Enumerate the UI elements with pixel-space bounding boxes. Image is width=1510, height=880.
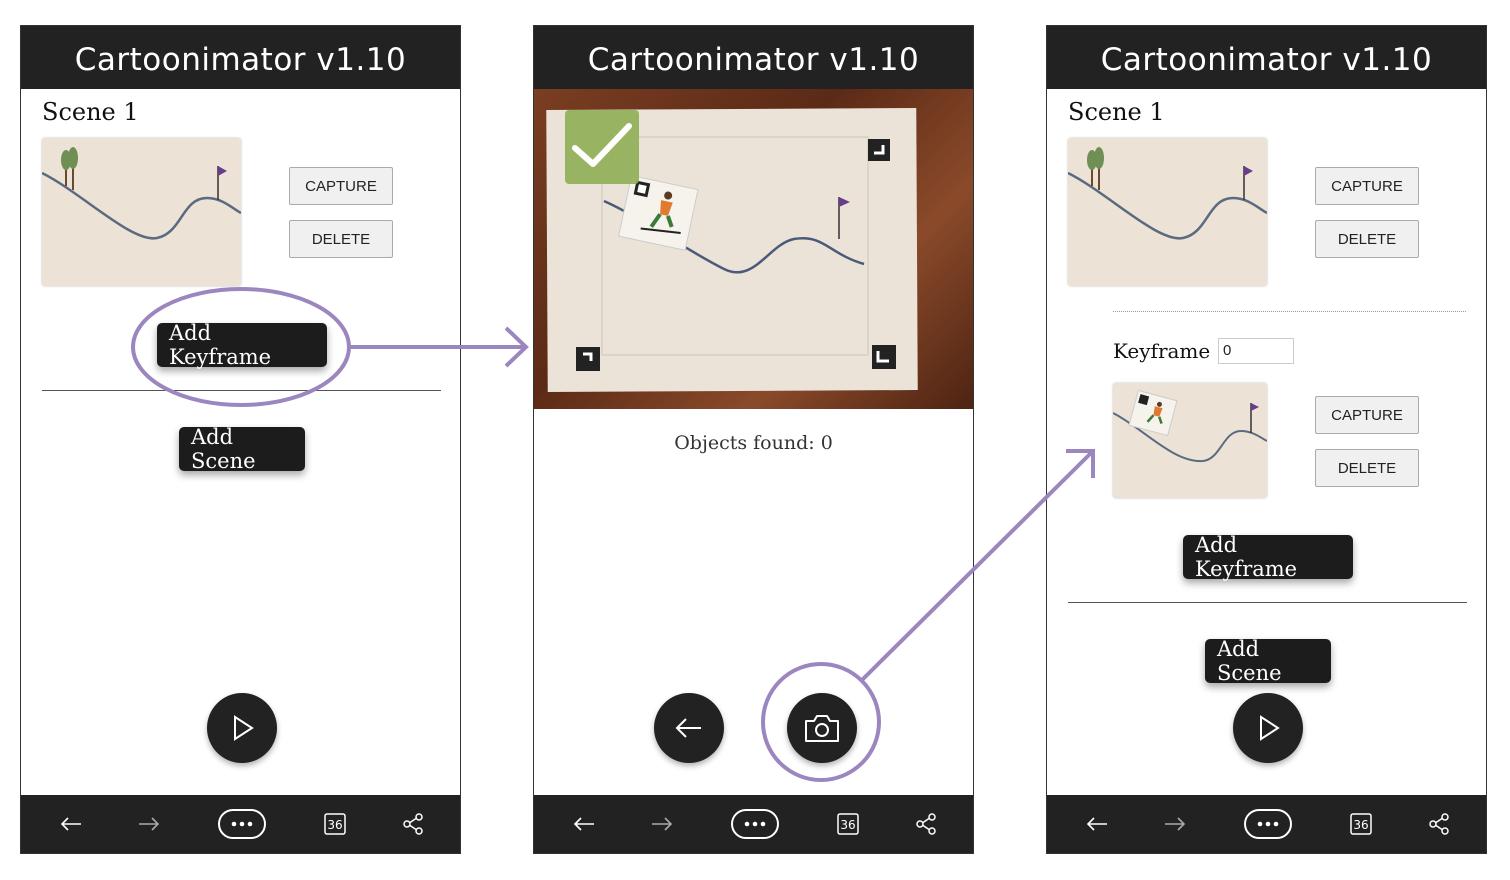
play-icon	[1260, 715, 1280, 741]
tabs-icon[interactable]: 36	[1341, 795, 1381, 853]
browser-bottom-bar: 36	[1047, 795, 1486, 853]
keyframe-thumbnail[interactable]	[1113, 383, 1267, 498]
scene-thumbnail[interactable]	[42, 138, 241, 286]
play-icon	[234, 715, 254, 741]
forward-arrow-icon[interactable]	[1155, 795, 1195, 853]
tabs-icon[interactable]: 36	[315, 795, 355, 853]
play-button[interactable]	[1233, 693, 1303, 763]
add-scene-button[interactable]: Add Scene	[179, 425, 305, 473]
capture-button[interactable]: CAPTURE	[1315, 167, 1419, 205]
back-button[interactable]	[654, 693, 724, 763]
more-icon[interactable]	[1243, 795, 1293, 853]
capture-button[interactable]: CAPTURE	[289, 167, 393, 205]
screen-scene-editor: Cartoonimator v1.10 Scene 1 CAPTURE DELE…	[20, 25, 461, 854]
add-scene-button[interactable]: Add Scene	[1205, 637, 1331, 685]
divider	[42, 390, 441, 391]
camera-preview	[534, 89, 973, 409]
tabs-icon[interactable]: 36	[828, 795, 868, 853]
tab-count: 36	[327, 818, 342, 832]
play-button[interactable]	[207, 693, 277, 763]
add-keyframe-button[interactable]: Add Keyframe	[157, 321, 327, 369]
camera-capture-button[interactable]	[787, 693, 857, 763]
share-icon[interactable]	[906, 795, 946, 853]
scene-title: Scene 1	[42, 98, 139, 126]
tab-count: 36	[840, 818, 855, 832]
browser-bottom-bar: 36	[21, 795, 460, 853]
share-icon[interactable]	[393, 795, 433, 853]
app-title: Cartoonimator v1.10	[534, 26, 973, 89]
share-icon[interactable]	[1419, 795, 1459, 853]
keyframe-label: Keyframe	[1113, 339, 1211, 363]
forward-arrow-icon[interactable]	[642, 795, 682, 853]
browser-bottom-bar: 36	[534, 795, 973, 853]
delete-button[interactable]: DELETE	[289, 220, 393, 258]
add-keyframe-button[interactable]: Add Keyframe	[1183, 533, 1353, 581]
back-arrow-icon[interactable]	[51, 795, 91, 853]
app-title: Cartoonimator v1.10	[21, 26, 460, 89]
keyframe-capture-button[interactable]: CAPTURE	[1315, 396, 1419, 434]
objects-found-status: Objects found: 0	[674, 432, 833, 454]
keyframe-index-input[interactable]: 0	[1218, 338, 1294, 364]
screen-scene-with-keyframe: Cartoonimator v1.10 Scene 1 CAPTURE DELE…	[1046, 25, 1487, 854]
scene-title: Scene 1	[1068, 98, 1165, 126]
back-arrow-icon	[675, 718, 701, 738]
divider	[1113, 311, 1466, 312]
scene-thumbnail[interactable]	[1068, 138, 1267, 286]
delete-button[interactable]: DELETE	[1315, 220, 1419, 258]
camera-icon	[805, 715, 839, 742]
app-title: Cartoonimator v1.10	[1047, 26, 1486, 89]
tab-count: 36	[1353, 818, 1368, 832]
more-icon[interactable]	[730, 795, 780, 853]
back-arrow-icon[interactable]	[1077, 795, 1117, 853]
keyframe-delete-button[interactable]: DELETE	[1315, 449, 1419, 487]
back-arrow-icon[interactable]	[564, 795, 604, 853]
check-icon	[565, 110, 639, 184]
screen-camera-capture: Cartoonimator v1.10 Objects found: 0 36	[533, 25, 974, 854]
divider	[1068, 602, 1467, 603]
more-icon[interactable]	[217, 795, 267, 853]
forward-arrow-icon[interactable]	[129, 795, 169, 853]
